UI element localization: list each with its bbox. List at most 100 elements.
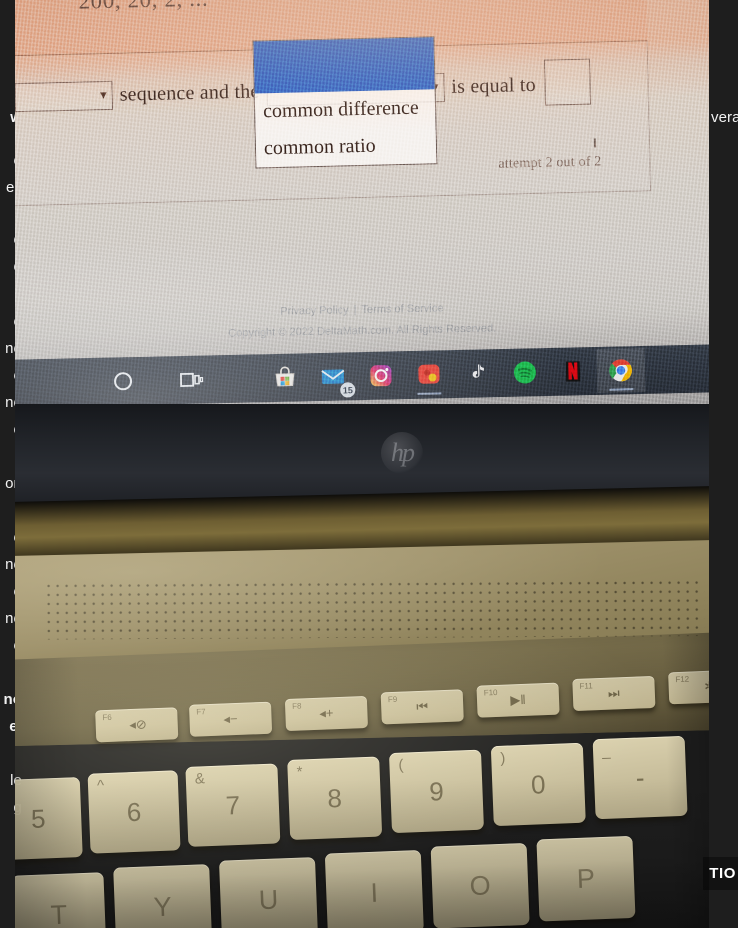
taskbar-item-mail[interactable]: 15 — [309, 354, 358, 399]
term-type-dropdown-list[interactable]: common difference common ratio — [252, 36, 438, 169]
key-f7[interactable]: F7 ◂− — [188, 701, 273, 737]
key-7[interactable]: & 7 — [185, 763, 281, 847]
bg-text-fragment: vera — [711, 109, 738, 126]
taskbar-item-spotify[interactable] — [500, 350, 549, 395]
taskbar-item-tiktok[interactable] — [452, 351, 501, 396]
key-label: 7 — [225, 789, 241, 820]
label-is-equal-to: is equal to — [451, 73, 537, 98]
key-shift-label: & — [194, 770, 206, 788]
footer-separator: | — [353, 304, 357, 317]
answer-input[interactable] — [544, 58, 592, 106]
taskbar-item-microsoft-store[interactable] — [261, 355, 310, 400]
sequence-values: 200, 20, 2, ... — [78, 0, 208, 15]
label-sequence-and-the: sequence and the — [119, 79, 260, 106]
background-right-text-column: vera — [708, 0, 738, 928]
chevron-down-icon: ▾ — [99, 86, 107, 102]
key-label: 9 — [428, 775, 445, 807]
chrome-icon — [608, 357, 635, 384]
taskbar-item-netflix[interactable] — [548, 349, 597, 394]
dropdown-option-common-ratio[interactable]: common ratio — [256, 126, 437, 167]
key-label: P — [576, 862, 596, 894]
key-label: O — [469, 869, 492, 901]
spotify-icon — [512, 359, 539, 386]
laptop-screen: 200, 20, 2, ... ▾ sequence and the ▾ — [15, 0, 709, 418]
taskbar-running-indicator — [417, 392, 442, 395]
key-label: 8 — [326, 782, 343, 814]
store-icon — [272, 364, 299, 391]
key-f12[interactable]: F12 ✲ — [668, 669, 709, 705]
taskbar-running-indicator — [609, 388, 634, 391]
taskbar-item-chrome[interactable] — [596, 347, 646, 393]
key-u[interactable]: U — [218, 857, 319, 928]
taskbar-spacer — [215, 356, 262, 401]
mail-unread-badge: 15 — [340, 382, 356, 398]
key-shift-label: ) — [499, 749, 506, 767]
key-fn-label: F11 — [579, 681, 593, 691]
tiktok-icon — [464, 360, 491, 387]
key-label: - — [635, 761, 645, 793]
key-5[interactable]: 5 — [15, 777, 83, 861]
dropdown-option-common-difference[interactable]: common difference — [255, 89, 436, 130]
key-glyph: ⏮ — [416, 698, 429, 715]
key-glyph: ◂⊘ — [126, 716, 147, 733]
key-shift-label: ^ — [96, 777, 105, 795]
key-label: 6 — [126, 796, 142, 827]
taskbar-item-red-app[interactable] — [405, 352, 454, 397]
terms-of-service-link[interactable]: Terms of Service — [361, 302, 443, 316]
instagram-icon — [368, 362, 395, 389]
key-fn-label: F6 — [102, 712, 112, 723]
taskbar-spacer — [644, 347, 691, 392]
key-label: U — [258, 884, 279, 915]
key-glyph: ◂+ — [319, 705, 334, 721]
key-glyph: ▶‖ — [510, 691, 526, 708]
key-fn-label: F10 — [483, 687, 498, 698]
taskbar-item-instagram[interactable] — [357, 353, 406, 398]
key-fn-label: F7 — [196, 707, 206, 717]
key-shift-label: * — [296, 763, 303, 781]
screenshot-root: w o ec e e o ne o ne o on o ne o ne o no… — [0, 0, 738, 928]
netflix-icon — [560, 358, 587, 385]
key-f9[interactable]: F9 ⏮ — [380, 689, 464, 725]
key-shift-label: _ — [601, 742, 611, 760]
laptop-photo: 200, 20, 2, ... ▾ sequence and the ▾ — [15, 0, 709, 928]
key-shift-label: ( — [398, 756, 404, 774]
key-t[interactable]: T — [15, 872, 107, 928]
key-f10[interactable]: F10 ▶‖ — [476, 682, 560, 718]
key-label: 0 — [530, 768, 547, 800]
key-fn-label: F8 — [291, 701, 302, 711]
red-app-icon — [416, 361, 443, 388]
key-label: I — [369, 877, 379, 908]
taskbar-spacer — [690, 346, 709, 391]
key-fn-label: F9 — [387, 694, 398, 705]
task-view-icon — [178, 367, 205, 394]
taskbar-spacer — [147, 358, 168, 402]
key-f11[interactable]: F11 ⏭ — [572, 675, 656, 712]
key-0[interactable]: ) 0 — [490, 742, 586, 827]
key-glyph: ✲ — [703, 678, 709, 695]
sequence-type-select[interactable]: ▾ — [15, 80, 114, 112]
attempt-status: attempt 2 out of 2 — [498, 154, 602, 172]
privacy-policy-link[interactable]: Privacy Policy — [280, 304, 349, 317]
key-i[interactable]: I — [324, 850, 424, 928]
key-6[interactable]: ^ 6 — [87, 770, 181, 854]
key-9[interactable]: ( 9 — [388, 749, 484, 834]
key-fn-label: F12 — [675, 674, 690, 685]
key-glyph: ◂− — [223, 710, 238, 727]
key-y[interactable]: Y — [113, 864, 213, 928]
taskbar-item-task-view[interactable] — [167, 357, 216, 402]
key-label: Y — [153, 891, 173, 922]
hp-logo: hp — [381, 432, 423, 474]
key-p[interactable]: P — [536, 835, 636, 922]
key-label: T — [50, 899, 68, 928]
key-8[interactable]: * 8 — [287, 756, 383, 841]
key-f8[interactable]: F8 ◂+ — [284, 695, 369, 732]
key-minus[interactable]: _ - — [592, 735, 688, 820]
circle-icon — [110, 368, 137, 395]
key-glyph: ⏭ — [607, 685, 620, 701]
key-label: 5 — [30, 802, 47, 834]
dropdown-option-blank[interactable] — [253, 37, 435, 94]
key-f6[interactable]: F6 ◂⊘ — [95, 707, 179, 743]
key-o[interactable]: O — [430, 842, 530, 928]
taskbar-item-cortana[interactable] — [99, 359, 148, 404]
laptop-keyboard: F6 ◂⊘ F7 ◂− F8 ◂+ F9 ⏮ F10 ▶‖ F11 ⏭ F12 … — [15, 630, 709, 928]
